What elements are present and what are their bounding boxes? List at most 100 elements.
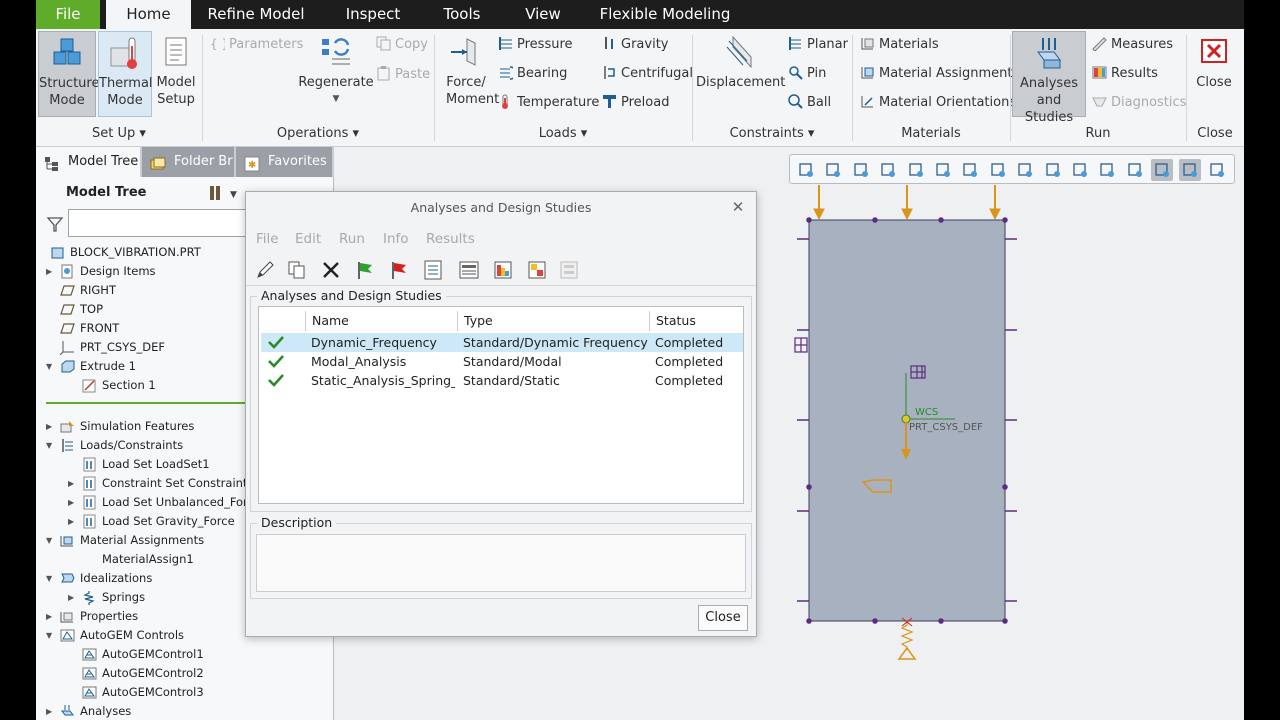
bearing-button[interactable]: Bearing bbox=[498, 64, 567, 84]
results-button[interactable]: Results bbox=[1092, 64, 1158, 84]
tree-csys-icon bbox=[59, 340, 75, 356]
expand-arrow-icon[interactable]: ▶ bbox=[68, 588, 78, 607]
tree-spring-icon bbox=[82, 590, 97, 605]
tab-tools[interactable]: Tools bbox=[434, 0, 490, 29]
tree-item-label: AutoGEMControl3 bbox=[102, 685, 204, 699]
expand-arrow-icon[interactable]: ▶ bbox=[46, 262, 56, 281]
parameters-button[interactable]: { }Parameters bbox=[210, 35, 303, 55]
collapse-arrow-icon[interactable]: ▼ bbox=[46, 569, 56, 588]
summary-icon[interactable] bbox=[458, 259, 480, 281]
tree-item-label: Load Set Gravity_Force bbox=[102, 514, 235, 528]
structure-mode-button[interactable]: Structure Mode bbox=[38, 31, 99, 117]
tree-agc-icon bbox=[82, 666, 97, 681]
tab-folder-browser[interactable]: Folder Br bbox=[142, 147, 234, 177]
loads-group-label[interactable]: Loads ▾ bbox=[434, 125, 692, 143]
tab-file[interactable]: File bbox=[36, 0, 100, 29]
model-setup-button[interactable]: Model Setup bbox=[154, 31, 198, 117]
diagnostics-icon bbox=[1092, 94, 1107, 109]
tree-settings-icon[interactable]: ▼ bbox=[208, 183, 242, 203]
operations-group-label[interactable]: Operations ▾ bbox=[202, 125, 434, 143]
close-ribbon-button[interactable]: Close bbox=[1190, 31, 1238, 117]
tree-filter-input[interactable] bbox=[68, 209, 248, 237]
expand-arrow-icon[interactable]: ▶ bbox=[68, 493, 78, 512]
pressure-button[interactable]: Pressure bbox=[498, 35, 573, 55]
planar-button[interactable]: Planar bbox=[788, 35, 848, 55]
tree-sketch-icon bbox=[82, 378, 97, 393]
close-x-icon bbox=[1197, 35, 1231, 69]
status-list-icon[interactable] bbox=[422, 259, 444, 281]
results-disabled-icon[interactable] bbox=[558, 259, 580, 281]
column-header-status[interactable]: Status bbox=[649, 311, 743, 331]
results-compare-icon[interactable] bbox=[526, 259, 548, 281]
start-green-flag-icon[interactable] bbox=[354, 259, 376, 281]
analysis-row[interactable]: Dynamic_Frequency Standard/Dynamic Freque… bbox=[261, 333, 743, 352]
expand-arrow-icon[interactable]: ▶ bbox=[68, 474, 78, 493]
analysis-row[interactable]: Static_Analysis_Spring_De Standard/Static… bbox=[261, 371, 743, 390]
tab-refine-model[interactable]: Refine Model bbox=[204, 0, 308, 29]
tab-inspect[interactable]: Inspect bbox=[336, 0, 410, 29]
expand-arrow-icon[interactable]: ▶ bbox=[46, 702, 56, 720]
copy-analysis-icon[interactable] bbox=[286, 259, 308, 281]
ball-button[interactable]: Ball bbox=[788, 93, 831, 113]
analysis-type: Standard/Modal bbox=[463, 354, 562, 369]
expand-arrow-icon[interactable]: ▶ bbox=[68, 512, 78, 531]
constraints-group-label[interactable]: Constraints ▾ bbox=[692, 125, 852, 143]
delete-x-icon[interactable] bbox=[320, 259, 342, 281]
force-moment-button[interactable]: Force/ Moment bbox=[438, 31, 499, 117]
materials-button[interactable]: Materials bbox=[860, 35, 939, 55]
paste-button[interactable]: Paste bbox=[376, 65, 430, 85]
menu-results[interactable]: Results bbox=[426, 231, 475, 247]
pin-button[interactable]: Pin bbox=[788, 64, 826, 84]
gravity-button[interactable]: Gravity bbox=[602, 35, 668, 55]
regenerate-button[interactable]: Regenerate ▼ bbox=[298, 31, 374, 117]
material-assignment-button[interactable]: Material Assignment bbox=[860, 64, 1013, 84]
column-header-type[interactable]: Type bbox=[457, 311, 649, 331]
description-text-area[interactable] bbox=[256, 534, 746, 592]
filter-icon[interactable] bbox=[46, 215, 64, 233]
centrifugal-button[interactable]: Centrifugal bbox=[602, 64, 693, 84]
regenerate-dropdown-icon[interactable]: ▼ bbox=[298, 91, 374, 108]
expand-arrow-icon[interactable]: ▶ bbox=[46, 607, 56, 626]
results-view-icon[interactable] bbox=[492, 259, 514, 281]
tab-home[interactable]: Home bbox=[106, 0, 191, 29]
dialog-close-button[interactable]: Close bbox=[698, 605, 748, 631]
description-legend: Description bbox=[257, 515, 337, 530]
menu-info[interactable]: Info bbox=[383, 231, 409, 247]
displacement-button[interactable]: Displacement bbox=[696, 31, 785, 117]
collapse-arrow-icon[interactable]: ▼ bbox=[46, 357, 56, 376]
edit-pencil-icon[interactable] bbox=[254, 259, 276, 281]
tree-simfeat-icon bbox=[60, 419, 75, 434]
tree-props-icon bbox=[60, 609, 75, 624]
copy-icon bbox=[376, 36, 391, 51]
top-load-arrows bbox=[813, 185, 1001, 221]
tab-view[interactable]: View bbox=[518, 0, 568, 29]
analysis-row[interactable]: Modal_Analysis Standard/Modal Completed bbox=[261, 352, 743, 371]
measures-button[interactable]: Measures bbox=[1092, 35, 1173, 55]
tab-flexible-modeling[interactable]: Flexible Modeling bbox=[598, 0, 732, 29]
menu-file[interactable]: File bbox=[256, 231, 279, 247]
preload-button[interactable]: Preload bbox=[602, 93, 669, 113]
stop-red-flag-icon[interactable] bbox=[388, 259, 410, 281]
diagnostics-button[interactable]: Diagnostics bbox=[1092, 93, 1186, 113]
temperature-button[interactable]: Temperature bbox=[498, 93, 599, 113]
thermal-mode-button[interactable]: Thermal Mode bbox=[98, 31, 153, 117]
tree-loadset-icon bbox=[82, 476, 97, 491]
tab-favorites[interactable]: ✱ Favorites bbox=[236, 147, 332, 177]
column-header-name[interactable]: Name bbox=[305, 311, 457, 331]
expand-arrow-icon[interactable]: ▶ bbox=[46, 417, 56, 436]
collapse-arrow-icon[interactable]: ▼ bbox=[46, 436, 56, 455]
analysis-status: Completed bbox=[655, 354, 724, 369]
dialog-close-icon[interactable]: ✕ bbox=[730, 199, 746, 215]
copy-button[interactable]: Copy bbox=[376, 35, 428, 55]
tree-agc-icon bbox=[82, 647, 97, 662]
analyses-and-studies-button[interactable]: Analyses and Studies bbox=[1012, 31, 1086, 125]
collapse-arrow-icon[interactable]: ▼ bbox=[46, 531, 56, 550]
menu-edit[interactable]: Edit bbox=[295, 231, 321, 247]
setup-group-label[interactable]: Set Up ▾ bbox=[36, 125, 202, 143]
material-orientations-button[interactable]: Material Orientations bbox=[860, 93, 1016, 113]
completed-check-icon bbox=[267, 334, 285, 350]
collapse-arrow-icon[interactable]: ▼ bbox=[46, 626, 56, 645]
menu-run[interactable]: Run bbox=[339, 231, 365, 247]
csys-label: PRT_CSYS_DEF bbox=[909, 422, 983, 433]
tab-model-tree[interactable]: Model Tree bbox=[36, 147, 140, 177]
